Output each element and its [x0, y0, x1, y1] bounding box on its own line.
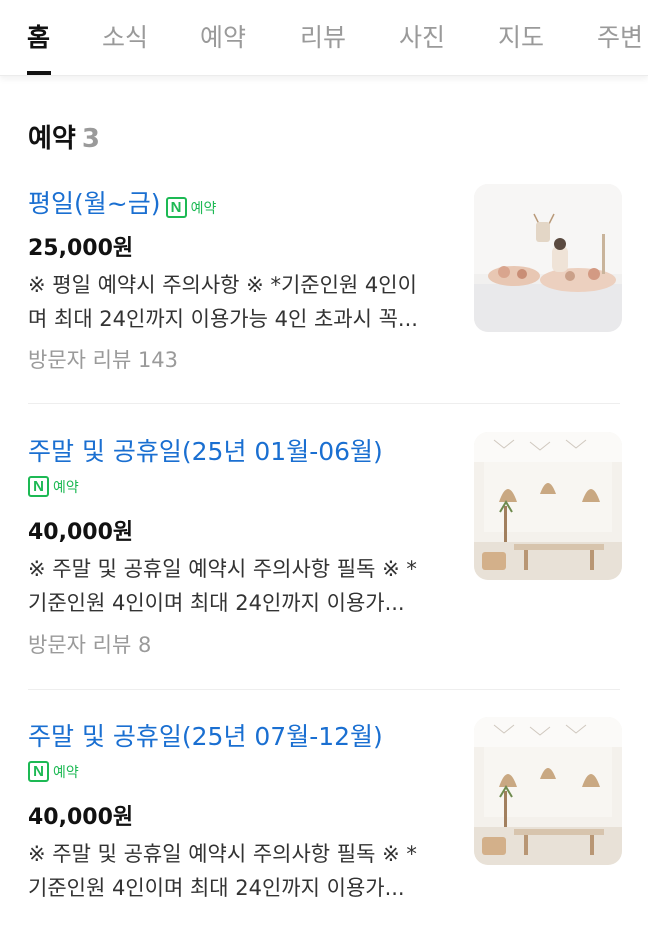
- item-description: ※ 주말 및 공휴일 예약시 주의사항 필독 ※ * 기준인원 4인이며 최대 …: [28, 552, 440, 620]
- naver-booking-badge: N 예약: [165, 197, 217, 218]
- booking-item[interactable]: 주말 및 공휴일(25년 07월-12월) N 예약 40,000원 ※ 주말 …: [28, 717, 622, 917]
- item-name-link[interactable]: 주말 및 공휴일(25년 07월-12월): [28, 717, 383, 753]
- item-description: ※ 평일 예약시 주의사항 ※ *기준인원 4인이 며 최대 24인까지 이용가…: [28, 268, 440, 336]
- tab-map[interactable]: 지도: [498, 18, 544, 54]
- item-divider: [28, 403, 620, 404]
- item-price: 40,000원: [28, 520, 134, 545]
- tab-nearby[interactable]: 주변: [597, 18, 643, 54]
- tab-reviews[interactable]: 리뷰: [300, 18, 346, 54]
- item-thumbnail[interactable]: [474, 717, 622, 865]
- review-count: 방문자 리뷰 8: [28, 633, 152, 657]
- tab-news[interactable]: 소식: [102, 18, 148, 54]
- badge-label: 예약: [190, 200, 217, 217]
- description-line: ※ 주말 및 공휴일 예약시 주의사항 필독 ※ *: [28, 557, 417, 581]
- thumbnail-image: [474, 184, 622, 332]
- description-line: 기준인원 4인이며 최대 24인까지 이용가...: [28, 876, 405, 900]
- tab-booking[interactable]: 예약: [200, 18, 246, 54]
- badge-label: 예약: [53, 764, 79, 781]
- booking-item[interactable]: 주말 및 공휴일(25년 01월-06월) N 예약 40,000원 ※ 주말 …: [28, 432, 622, 662]
- section-title: 예약 3: [28, 118, 100, 155]
- item-name-link[interactable]: 평일(월~금): [28, 184, 160, 220]
- thumbnail-image: [474, 717, 622, 865]
- naver-n-icon: N: [28, 761, 49, 782]
- naver-booking-badge: N 예약: [28, 476, 79, 497]
- item-price: 40,000원: [28, 805, 134, 830]
- review-count: 방문자 리뷰 143: [28, 348, 179, 372]
- item-thumbnail[interactable]: [474, 184, 622, 332]
- naver-n-icon: N: [28, 476, 49, 497]
- description-line: ※ 평일 예약시 주의사항 ※ *기준인원 4인이: [28, 273, 417, 297]
- description-line: ※ 주말 및 공휴일 예약시 주의사항 필독 ※ *: [28, 842, 417, 866]
- item-divider: [28, 689, 620, 690]
- item-price: 25,000원: [28, 236, 134, 261]
- tab-home[interactable]: 홈: [27, 18, 50, 54]
- section-title-text: 예약: [28, 124, 76, 154]
- tab-bar: 홈 소식 예약 리뷰 사진 지도 주변: [0, 0, 648, 76]
- section-count: 3: [81, 124, 100, 154]
- booking-item[interactable]: 평일(월~금) N 예약 25,000원 ※ 평일 예약시 주의사항 ※ *기준…: [28, 184, 622, 384]
- item-description: ※ 주말 및 공휴일 예약시 주의사항 필독 ※ * 기준인원 4인이며 최대 …: [28, 837, 440, 905]
- item-name-link[interactable]: 주말 및 공휴일(25년 01월-06월): [28, 432, 383, 468]
- naver-booking-badge: N 예약: [28, 761, 79, 782]
- description-line: 기준인원 4인이며 최대 24인까지 이용가...: [28, 591, 405, 615]
- active-tab-indicator: [27, 71, 51, 75]
- thumbnail-image: [474, 432, 622, 580]
- tab-photos[interactable]: 사진: [399, 18, 445, 54]
- item-thumbnail[interactable]: [474, 432, 622, 580]
- description-line: 며 최대 24인까지 이용가능 4인 초과시 꼭...: [28, 307, 418, 331]
- naver-n-icon: N: [165, 197, 187, 218]
- badge-label: 예약: [53, 479, 79, 496]
